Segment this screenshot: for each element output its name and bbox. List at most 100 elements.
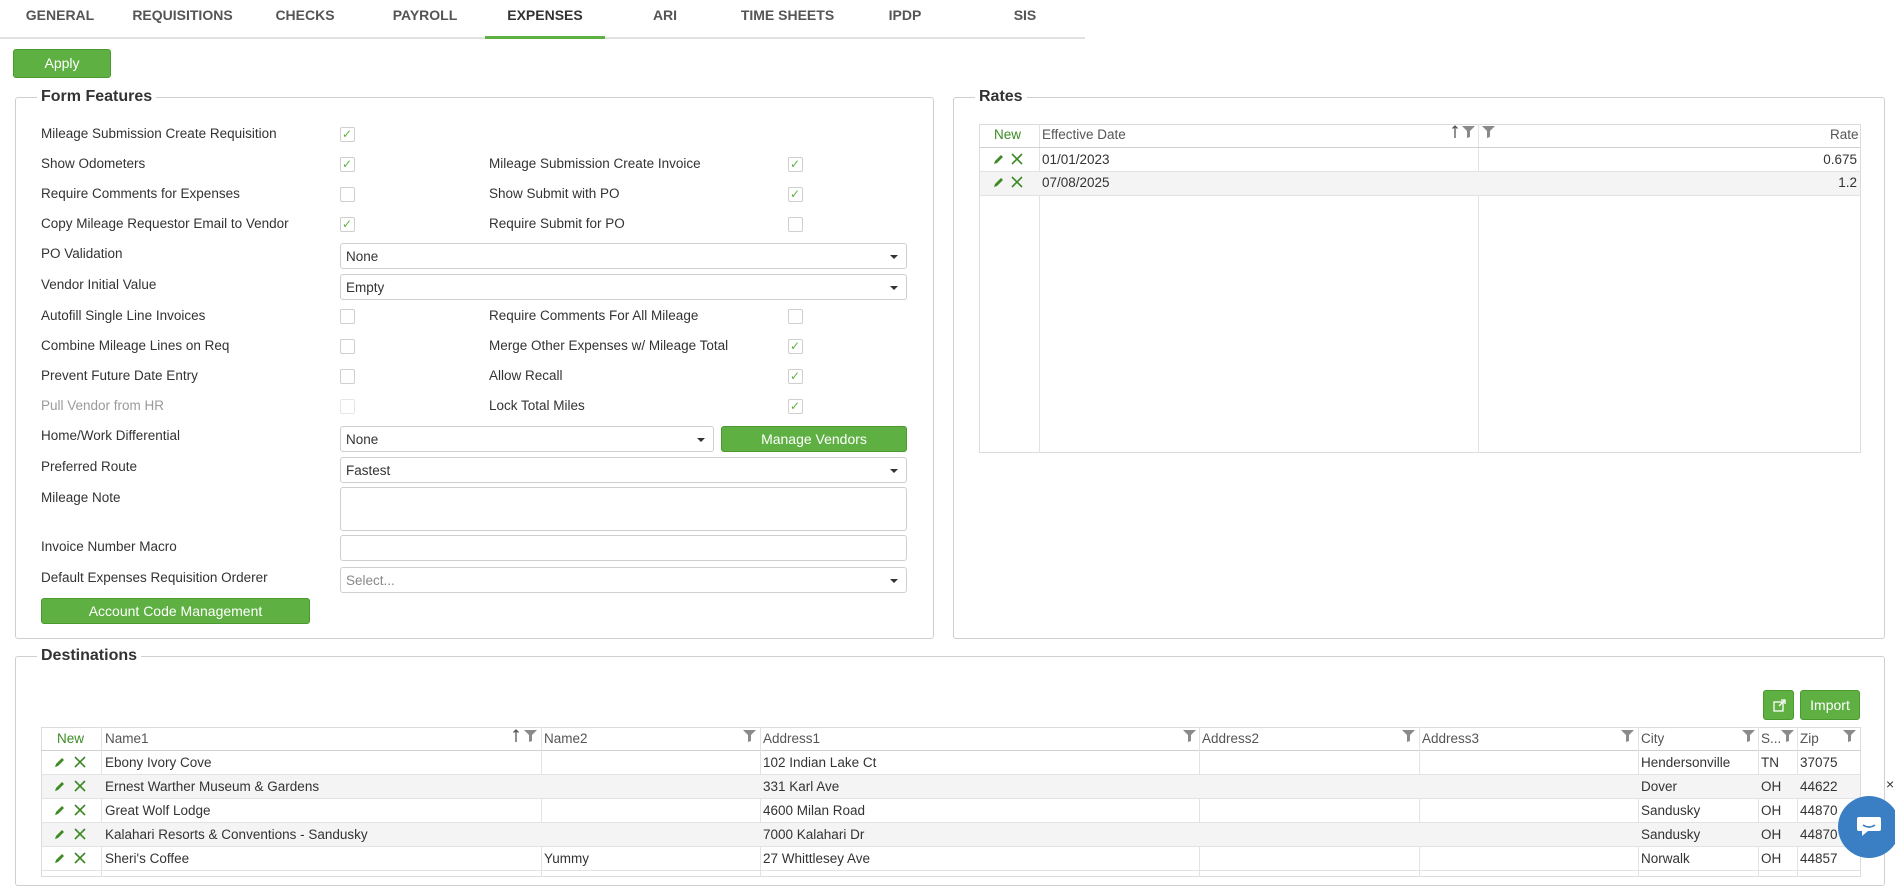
delete-icon[interactable] [74,756,86,768]
filter-icon[interactable] [1843,730,1856,742]
export-button[interactable] [1763,690,1794,720]
tab-ipdp[interactable]: IPDP [855,0,955,39]
check-icon: ✓ [342,157,353,171]
rates-col-effective-date[interactable]: Effective Date [1042,127,1126,142]
show-submit-po-checkbox[interactable]: ✓ [788,187,803,202]
dest-zip: 44622 [1800,779,1838,794]
col-address2[interactable]: Address2 [1202,731,1259,746]
dest-zip: 37075 [1800,755,1838,770]
col-name1[interactable]: Name1 [105,731,149,746]
vendor-initial-select[interactable]: Empty [340,274,907,300]
edit-icon[interactable] [54,780,66,792]
require-submit-po-checkbox[interactable] [788,217,803,232]
require-comments-expenses-checkbox[interactable] [340,187,355,202]
col-state[interactable]: S... [1761,731,1781,746]
col-divider [1758,727,1759,877]
edit-icon[interactable] [54,756,66,768]
tab-sis[interactable]: SIS [975,0,1075,39]
filter-icon[interactable] [1781,730,1794,742]
show-odometers-label: Show Odometers [41,156,146,171]
filter-icon[interactable] [1183,730,1196,742]
filter-icon[interactable] [524,730,537,742]
dest-state: OH [1761,803,1782,818]
sort-ascending-icon[interactable] [512,729,520,743]
rate-value: 0.675 [1823,152,1857,167]
dest-name2: Yummy [544,851,590,866]
allow-recall-checkbox[interactable]: ✓ [788,369,803,384]
lock-total-miles-checkbox[interactable]: ✓ [788,399,803,414]
col-zip[interactable]: Zip [1800,731,1819,746]
tab-general[interactable]: GENERAL [10,0,110,39]
prevent-future-checkbox[interactable] [340,369,355,384]
rates-col-rate[interactable]: Rate [1830,127,1859,142]
delete-icon[interactable] [1011,176,1023,188]
row-divider [41,798,1861,799]
copy-mileage-email-label: Copy Mileage Requestor Email to Vendor [41,216,289,231]
tab-time-sheets[interactable]: TIME SHEETS [730,0,845,39]
filter-icon[interactable] [1402,730,1415,742]
manage-vendors-button[interactable]: Manage Vendors [721,426,907,452]
delete-icon[interactable] [1011,153,1023,165]
mileage-create-req-checkbox[interactable]: ✓ [340,127,355,142]
combine-mileage-label: Combine Mileage Lines on Req [41,338,230,353]
col-address1[interactable]: Address1 [763,731,820,746]
edit-icon[interactable] [54,804,66,816]
home-work-label: Home/Work Differential [41,428,181,443]
merge-other-expenses-checkbox[interactable]: ✓ [788,339,803,354]
preferred-route-value: Fastest [346,463,391,478]
lock-total-miles-label: Lock Total Miles [489,398,585,413]
filter-icon[interactable] [1462,126,1475,138]
edit-icon[interactable] [54,852,66,864]
dest-address1: 7000 Kalahari Dr [763,827,865,842]
check-icon: ✓ [790,399,801,413]
filter-icon[interactable] [1482,126,1495,138]
tab-payroll[interactable]: PAYROLL [375,0,475,39]
po-validation-label: PO Validation [41,246,123,261]
tab-requisitions[interactable]: REQUISITIONS [120,0,245,39]
account-code-management-button[interactable]: Account Code Management [41,598,310,624]
import-button[interactable]: Import [1800,690,1860,720]
close-icon[interactable]: × [1886,776,1894,792]
home-work-select[interactable]: None [340,426,714,452]
edit-icon[interactable] [993,153,1005,165]
col-divider [1638,727,1639,877]
dest-zip: 44857 [1800,851,1838,866]
dest-state: TN [1761,755,1779,770]
col-city[interactable]: City [1641,731,1664,746]
rates-new-link[interactable]: New [994,127,1021,142]
filter-icon[interactable] [1621,730,1634,742]
default-orderer-select[interactable]: Select... [340,567,907,593]
preferred-route-select[interactable]: Fastest [340,457,907,483]
delete-icon[interactable] [74,780,86,792]
edit-icon[interactable] [993,176,1005,188]
po-validation-select[interactable]: None [340,243,907,269]
combine-mileage-checkbox[interactable] [340,339,355,354]
mileage-note-textarea[interactable] [340,487,907,531]
tab-ari[interactable]: ARI [615,0,715,39]
autofill-single-checkbox[interactable] [340,309,355,324]
filter-icon[interactable] [743,730,756,742]
mileage-note-label: Mileage Note [41,490,121,505]
filter-icon[interactable] [1742,730,1755,742]
delete-icon[interactable] [74,828,86,840]
chat-button[interactable] [1838,796,1895,858]
col-address3[interactable]: Address3 [1422,731,1479,746]
rate-value: 1.2 [1838,175,1857,190]
invoice-macro-input[interactable] [340,535,907,561]
apply-button[interactable]: Apply [13,49,111,78]
sort-ascending-icon[interactable] [1451,125,1459,139]
chat-icon [1857,817,1881,836]
copy-mileage-email-checkbox[interactable]: ✓ [340,217,355,232]
show-odometers-checkbox[interactable]: ✓ [340,157,355,172]
tab-expenses[interactable]: EXPENSES [485,0,605,39]
dest-name1: Sheri's Coffee [105,851,190,866]
edit-icon[interactable] [54,828,66,840]
require-comments-mileage-checkbox[interactable] [788,309,803,324]
delete-icon[interactable] [74,852,86,864]
mileage-create-invoice-checkbox[interactable]: ✓ [788,157,803,172]
vendor-initial-value: Empty [346,280,385,295]
delete-icon[interactable] [74,804,86,816]
tab-checks[interactable]: CHECKS [255,0,355,39]
col-name2[interactable]: Name2 [544,731,588,746]
destinations-new-link[interactable]: New [57,731,84,746]
